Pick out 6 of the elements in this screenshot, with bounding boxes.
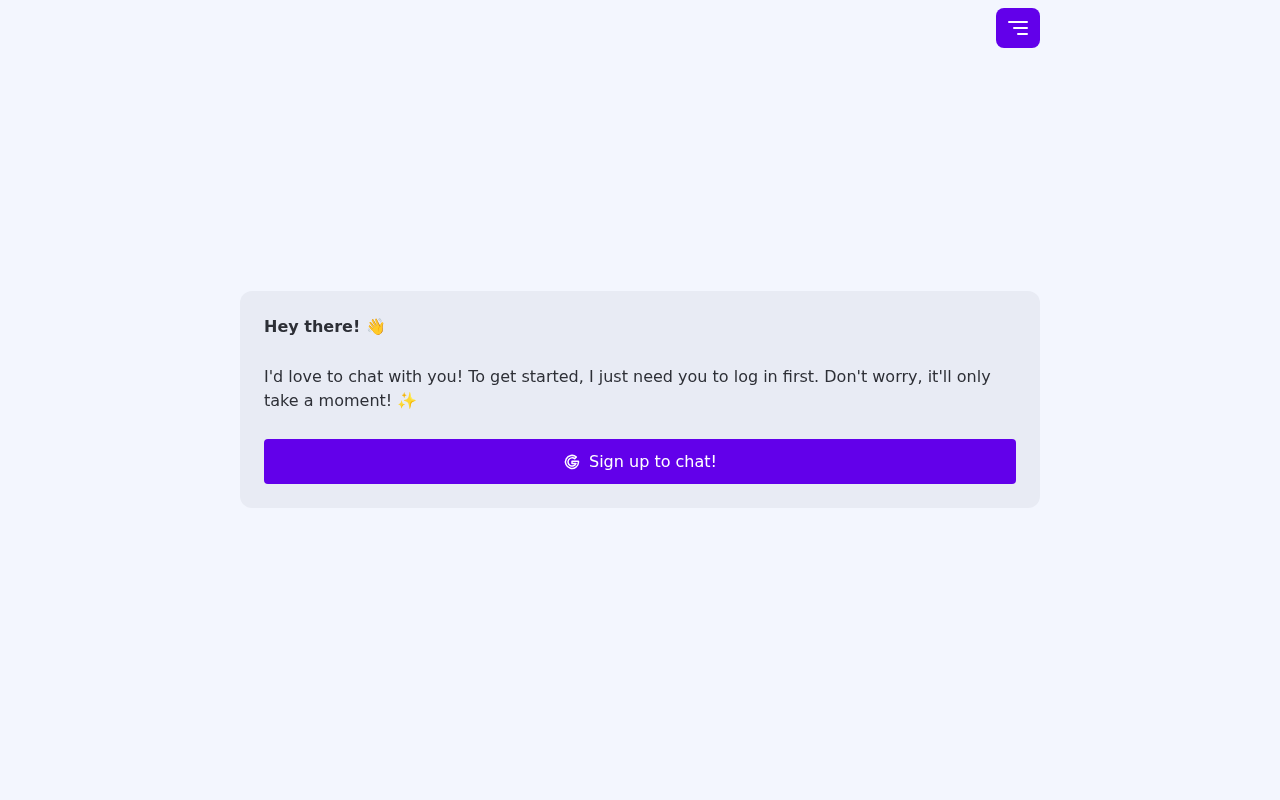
message-text: I'd love to chat with you! To get started, I just need you to log in first. Don't worry, it'll only take a moment! ✨ [264,366,992,412]
google-icon [563,452,581,471]
greeting-heading: Hey there! 👋 [264,316,387,338]
sign-up-button[interactable]: Sign up to chat! [264,439,1016,484]
menu-icon [1008,20,1028,36]
menu-button[interactable] [996,8,1040,48]
